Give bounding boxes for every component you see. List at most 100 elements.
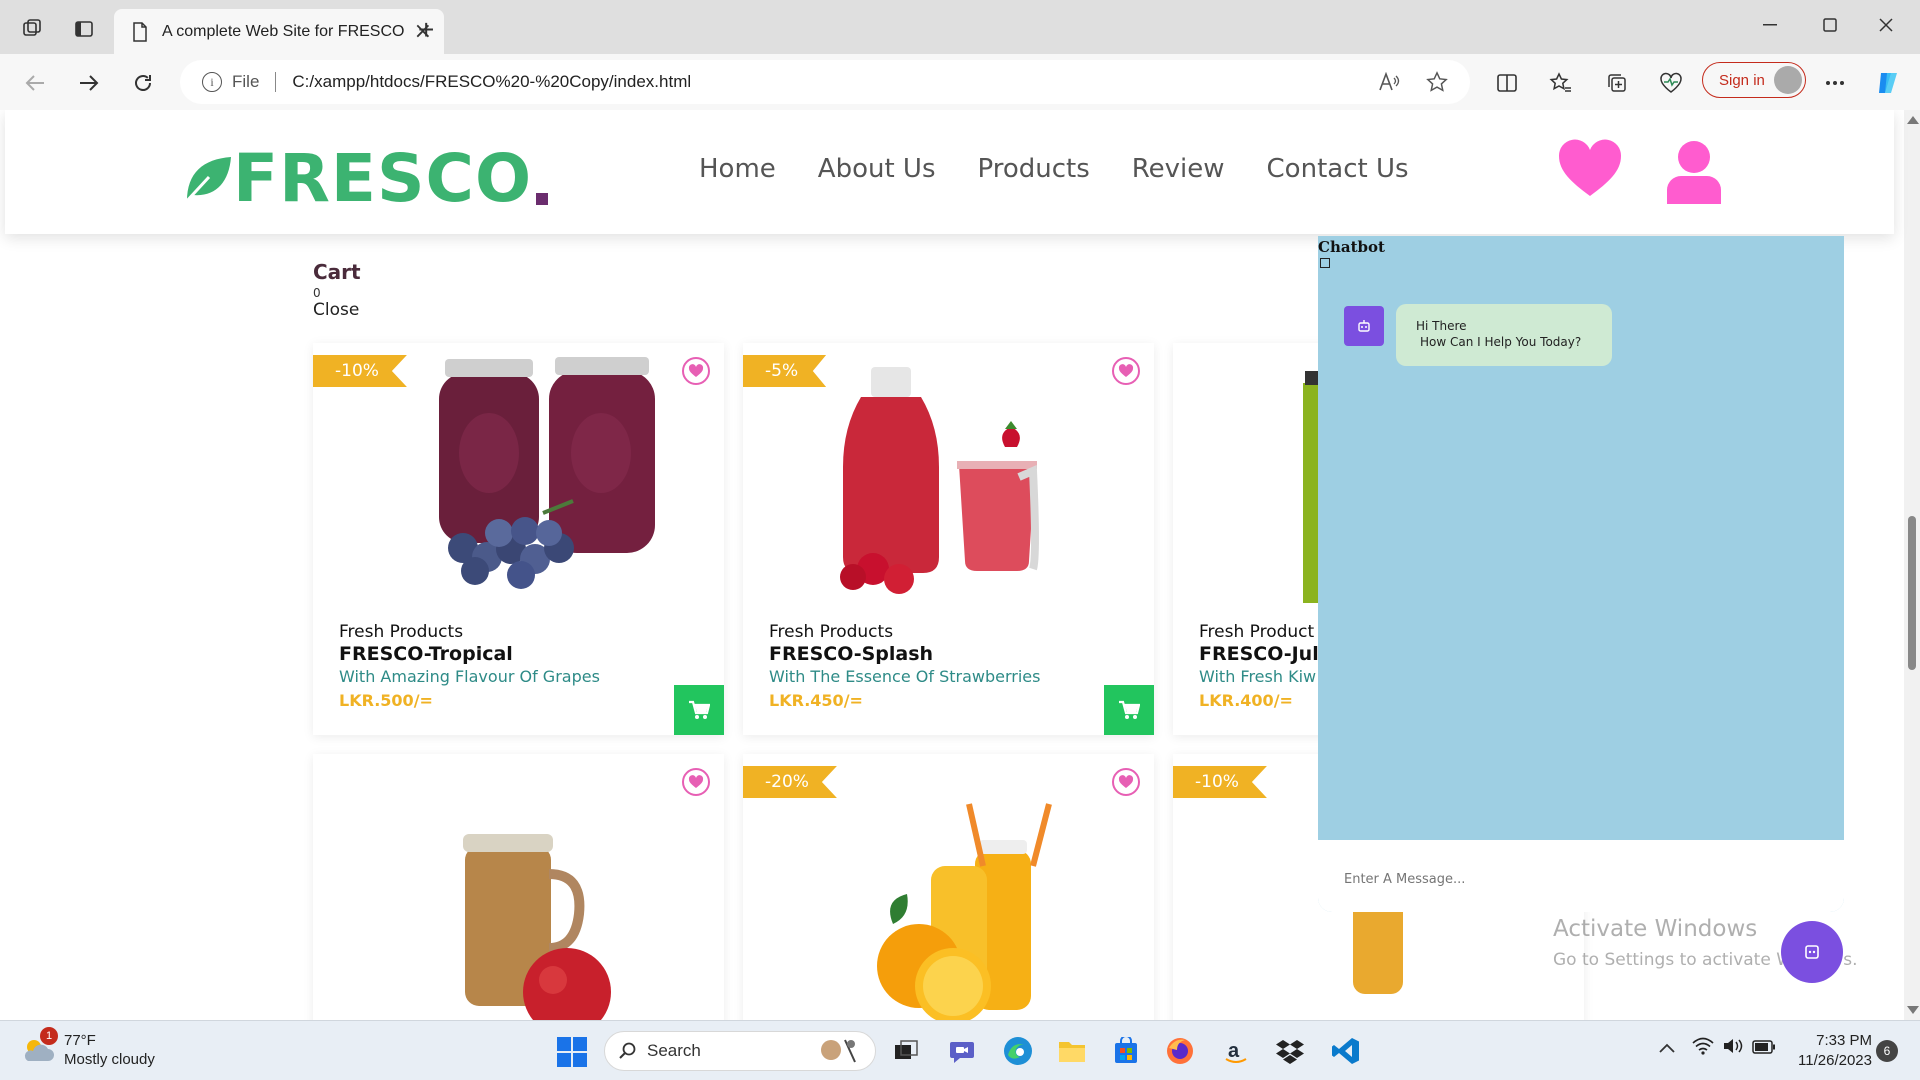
shopping-cart-icon xyxy=(1119,700,1140,719)
apple-juice-image xyxy=(463,834,611,1020)
microsoft-store-icon[interactable] xyxy=(1110,1035,1142,1067)
maximize-icon[interactable] xyxy=(1810,8,1850,42)
firefox-icon[interactable] xyxy=(1164,1035,1196,1067)
chat-input-area xyxy=(1318,840,1844,912)
taskbar-clock[interactable]: 7:33 PM 11/26/2023 xyxy=(1782,1031,1872,1071)
search-icon xyxy=(619,1042,636,1059)
more-options-icon[interactable] xyxy=(1820,68,1850,98)
forward-icon[interactable] xyxy=(74,68,104,98)
wifi-icon[interactable] xyxy=(1692,1037,1714,1059)
product-card: -20% xyxy=(743,754,1154,1020)
chatbot-title: Chatbot xyxy=(1318,238,1385,256)
svg-text:a: a xyxy=(1228,1040,1240,1062)
vscode-icon[interactable] xyxy=(1330,1035,1362,1067)
workspaces-icon[interactable] xyxy=(20,17,44,41)
favorite-heart-icon[interactable] xyxy=(1112,768,1140,796)
taskbar-search[interactable]: Search xyxy=(604,1031,876,1071)
site-header: FRESCO Home About Us Products Review Con… xyxy=(5,110,1894,234)
bot-avatar-icon xyxy=(1344,306,1384,346)
close-window-icon[interactable] xyxy=(1866,8,1906,42)
chatbot-window: Chatbot Hi There How Can I Help You Toda… xyxy=(1318,236,1844,912)
shopping-cart-icon xyxy=(689,700,710,719)
product-price: LKR.450/= xyxy=(769,691,863,710)
read-aloud-icon[interactable] xyxy=(1378,60,1400,104)
clock-date: 11/26/2023 xyxy=(1798,1052,1872,1069)
show-hidden-icons[interactable] xyxy=(1658,1039,1676,1058)
cart-close-button[interactable]: Close xyxy=(313,300,361,320)
bot-message-line1: Hi There xyxy=(1416,319,1467,333)
leaf-icon xyxy=(183,156,231,204)
weather-temperature: 77°F xyxy=(64,1032,96,1049)
chatbot-toggle-button[interactable] xyxy=(1781,921,1843,983)
bot-message: Hi There How Can I Help You Today? xyxy=(1396,304,1612,366)
weather-alert-badge: 1 xyxy=(40,1027,58,1045)
nav-review[interactable]: Review xyxy=(1132,154,1225,184)
file-explorer-icon[interactable] xyxy=(1056,1035,1088,1067)
logo-text: FRESCO xyxy=(233,140,533,217)
tab-title: A complete Web Site for FRESCO xyxy=(162,22,405,40)
chatbot-small-icon xyxy=(1320,258,1330,268)
page-scrollbar[interactable] xyxy=(1904,110,1920,1020)
chat-message-input[interactable] xyxy=(1344,872,1804,887)
weather-widget[interactable]: 1 77°F Mostly cloudy xyxy=(20,1027,155,1069)
sign-in-label: Sign in xyxy=(1719,71,1765,89)
edge-browser-icon[interactable] xyxy=(1002,1035,1034,1067)
browser-tab-active[interactable]: A complete Web Site for FRESCO × xyxy=(114,9,444,54)
sign-in-button[interactable]: Sign in xyxy=(1702,62,1806,98)
windows-start-icon[interactable] xyxy=(557,1037,587,1067)
nav-home[interactable]: Home xyxy=(699,154,776,184)
tab-actions-icon[interactable] xyxy=(72,17,96,41)
favorite-heart-icon[interactable] xyxy=(682,768,710,796)
battery-icon[interactable] xyxy=(1752,1039,1776,1058)
refresh-icon[interactable] xyxy=(128,68,158,98)
volume-icon[interactable] xyxy=(1722,1037,1744,1059)
copilot-icon[interactable] xyxy=(1874,68,1904,98)
favorites-icon[interactable] xyxy=(1546,68,1576,98)
url-text[interactable]: C:/xampp/htdocs/FRESCO%20-%20Copy/index.… xyxy=(292,72,691,92)
add-to-cart-button[interactable] xyxy=(1104,685,1154,735)
product-description: With Fresh Kiw xyxy=(1199,667,1317,686)
nav-contact-us[interactable]: Contact Us xyxy=(1267,154,1409,184)
favorite-star-icon[interactable] xyxy=(1426,60,1448,104)
logo-dot xyxy=(536,192,549,205)
minimize-icon[interactable] xyxy=(1750,8,1790,42)
browser-essentials-icon[interactable] xyxy=(1656,68,1686,98)
address-bar[interactable]: i File C:/xampp/htdocs/FRESCO%20-%20Copy… xyxy=(180,60,1470,104)
favorite-heart-icon[interactable] xyxy=(1112,357,1140,385)
product-name: FRESCO-Tropical xyxy=(339,643,513,665)
site-logo[interactable]: FRESCO xyxy=(181,140,549,217)
site-info-icon[interactable]: i xyxy=(202,72,222,92)
product-card xyxy=(313,754,724,1020)
new-tab-icon[interactable]: + xyxy=(418,14,434,46)
product-description: With Amazing Flavour Of Grapes xyxy=(339,667,600,686)
amazon-icon[interactable]: a xyxy=(1220,1035,1252,1067)
product-card: -10% Fresh Products FRESCO-Tropical With… xyxy=(313,343,724,735)
cart-panel: Cart 0 Close xyxy=(313,260,361,320)
cart-title: Cart xyxy=(313,260,361,284)
scroll-down-icon[interactable] xyxy=(1907,1006,1919,1014)
user-account-icon[interactable] xyxy=(1665,140,1723,208)
product-price: LKR.500/= xyxy=(339,691,433,710)
search-highlight-image xyxy=(821,1039,856,1063)
bot-message-line2: How Can I Help You Today? xyxy=(1420,335,1582,349)
web-page: FRESCO Home About Us Products Review Con… xyxy=(0,110,1920,1020)
url-divider xyxy=(275,72,277,92)
favorite-heart-icon[interactable] xyxy=(682,357,710,385)
product-subtitle: Fresh Products xyxy=(769,622,894,642)
search-label: Search xyxy=(647,1041,701,1060)
back-icon[interactable] xyxy=(20,68,50,98)
add-to-cart-button[interactable] xyxy=(674,685,724,735)
scroll-thumb[interactable] xyxy=(1908,516,1916,670)
page-icon xyxy=(133,21,147,42)
split-screen-icon[interactable] xyxy=(1492,68,1522,98)
teams-chat-icon[interactable] xyxy=(946,1035,978,1067)
nav-products[interactable]: Products xyxy=(978,154,1090,184)
notification-count-badge[interactable]: 6 xyxy=(1876,1040,1898,1062)
task-view-icon[interactable] xyxy=(890,1035,922,1067)
url-scheme-label: File xyxy=(232,72,260,91)
wishlist-heart-icon[interactable] xyxy=(1557,138,1623,202)
nav-about-us[interactable]: About Us xyxy=(818,154,936,184)
collections-icon[interactable] xyxy=(1602,68,1632,98)
scroll-up-icon[interactable] xyxy=(1907,116,1919,124)
dropbox-icon[interactable] xyxy=(1274,1035,1306,1067)
